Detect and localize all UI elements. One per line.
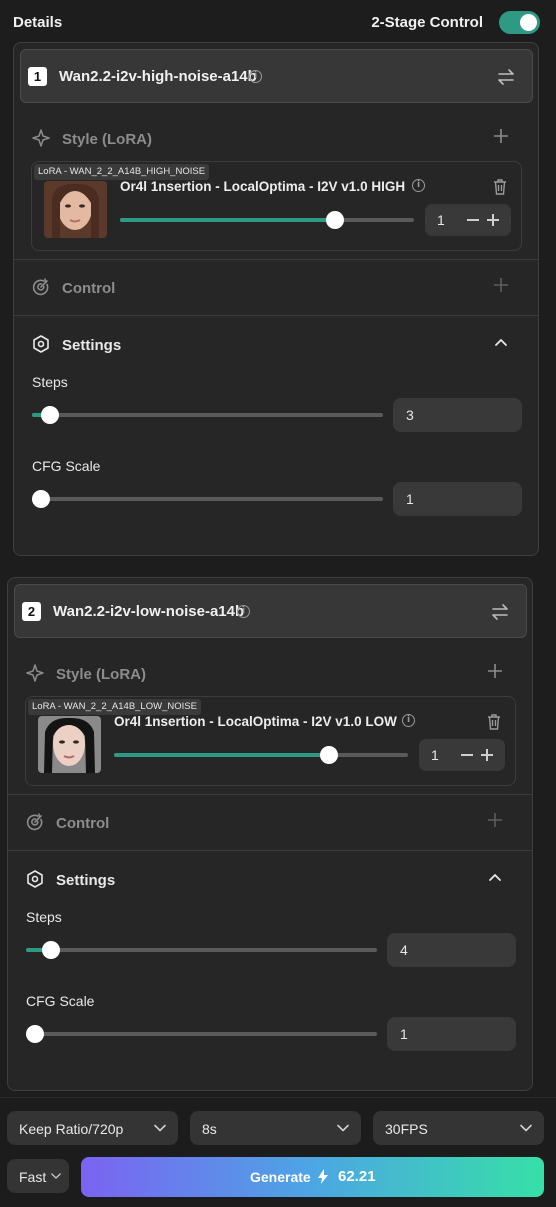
slider-handle[interactable] <box>320 746 338 764</box>
control-label: Control <box>56 815 110 832</box>
decrement-button[interactable] <box>467 219 479 221</box>
duration-select[interactable]: 8s <box>190 1111 361 1145</box>
settings-label: Settings <box>56 872 116 889</box>
steps-label: Steps <box>26 909 62 925</box>
cfg-scale-slider[interactable] <box>26 1024 377 1044</box>
style-lora-label: Style (LoRA) <box>62 131 152 148</box>
slider-handle[interactable] <box>41 406 59 424</box>
style-lora-row: Style (LoRA) <box>8 646 532 702</box>
control-row: Control <box>14 260 538 316</box>
lora-strength-slider[interactable] <box>120 210 414 230</box>
control-label: Control <box>62 280 116 297</box>
steps-label: Steps <box>32 374 68 390</box>
style-lora-label: Style (LoRA) <box>56 666 146 683</box>
add-control-icon[interactable] <box>486 811 504 829</box>
two-stage-label: 2-Stage Control <box>371 14 483 31</box>
info-icon[interactable]: i <box>402 714 415 727</box>
info-icon[interactable]: i <box>249 70 262 83</box>
settings-row[interactable]: Settings <box>8 852 532 908</box>
stage-1-header[interactable]: 1 Wan2.2-i2v-high-noise-a14b i <box>20 49 533 103</box>
cfg-scale-label: CFG Scale <box>32 458 101 474</box>
settings-row[interactable]: Settings <box>14 317 538 373</box>
lora-strength-stepper: 1 <box>419 739 505 771</box>
settings-label: Settings <box>62 337 122 354</box>
steps-slider[interactable] <box>32 405 383 425</box>
lora-name: Or4l 1nsertion - LocalOptima - I2V v1.0 … <box>120 179 406 194</box>
stage-model-name: Wan2.2-i2v-low-noise-a14b <box>53 603 245 620</box>
slider-handle[interactable] <box>32 490 50 508</box>
lora-strength-stepper: 1 <box>425 204 511 236</box>
page-title: Details <box>13 14 63 31</box>
swap-icon[interactable] <box>490 602 510 622</box>
slider-handle[interactable] <box>326 211 344 229</box>
settings-hexagon-icon <box>33 335 49 353</box>
slider-handle[interactable] <box>26 1025 44 1043</box>
lora-tag: LoRA - WAN_2_2_A14B_LOW_NOISE <box>28 699 201 715</box>
stage-number: 1 <box>28 67 47 86</box>
swap-icon[interactable] <box>496 67 516 87</box>
control-row: Control <box>8 795 532 851</box>
details-header: Details 2-Stage Control <box>0 0 556 42</box>
sparkle-icon <box>32 129 50 147</box>
chevron-up-icon[interactable] <box>494 337 508 347</box>
generate-cost: 62.21 <box>338 1168 376 1185</box>
add-lora-icon[interactable] <box>492 127 510 145</box>
add-control-icon[interactable] <box>492 276 510 294</box>
generate-label: Generate <box>250 1169 311 1185</box>
info-icon[interactable]: i <box>412 179 425 192</box>
fps-select[interactable]: 30FPS <box>373 1111 544 1145</box>
add-lora-icon[interactable] <box>486 662 504 680</box>
target-icon <box>32 278 49 296</box>
steps-input[interactable]: 4 <box>387 933 516 967</box>
settings-hexagon-icon <box>27 870 43 888</box>
increment-button[interactable] <box>487 214 499 226</box>
stage-2-header[interactable]: 2 Wan2.2-i2v-low-noise-a14b i <box>14 584 527 638</box>
lora-tag: LoRA - WAN_2_2_A14B_HIGH_NOISE <box>34 164 210 180</box>
steps-input[interactable]: 3 <box>393 398 522 432</box>
cfg-scale-slider[interactable] <box>32 489 383 509</box>
toggle-knob <box>520 14 537 31</box>
chevron-down-icon <box>51 1173 61 1179</box>
lora-card: LoRA - WAN_2_2_A14B_HIGH_NOISE Or4l 1nse… <box>31 161 522 251</box>
generate-button[interactable]: Generate 62.21 <box>81 1157 544 1197</box>
generation-bar: Keep Ratio/720p 8s 30FPS Fast Generate 6… <box>0 1097 556 1207</box>
stage-2-panel: 2 Wan2.2-i2v-low-noise-a14b i Style (LoR… <box>7 577 533 1091</box>
style-lora-row: Style (LoRA) <box>14 111 538 167</box>
lora-strength-value[interactable]: 1 <box>437 212 445 228</box>
trash-icon[interactable] <box>487 714 501 730</box>
lora-strength-slider[interactable] <box>114 745 408 765</box>
chevron-down-icon <box>337 1124 349 1132</box>
steps-slider[interactable] <box>26 940 377 960</box>
cfg-scale-input[interactable]: 1 <box>387 1017 516 1051</box>
stage-1-panel: 1 Wan2.2-i2v-high-noise-a14b i Style (Lo… <box>13 42 539 556</box>
stage-number: 2 <box>22 602 41 621</box>
slider-handle[interactable] <box>42 941 60 959</box>
sparkle-icon <box>26 664 44 682</box>
target-icon <box>26 813 43 831</box>
lora-strength-value[interactable]: 1 <box>431 747 439 763</box>
ratio-select[interactable]: Keep Ratio/720p <box>7 1111 178 1145</box>
lora-thumbnail[interactable] <box>38 716 101 773</box>
cfg-scale-label: CFG Scale <box>26 993 95 1009</box>
lora-name: Or4l 1nsertion - LocalOptima - I2V v1.0 … <box>114 714 397 729</box>
trash-icon[interactable] <box>493 179 507 195</box>
speed-select[interactable]: Fast <box>7 1159 69 1193</box>
chevron-down-icon <box>154 1124 166 1132</box>
bolt-icon <box>318 1169 328 1184</box>
lora-card: LoRA - WAN_2_2_A14B_LOW_NOISE Or4l 1nser… <box>25 696 516 786</box>
cfg-scale-input[interactable]: 1 <box>393 482 522 516</box>
decrement-button[interactable] <box>461 754 473 756</box>
chevron-up-icon[interactable] <box>488 872 502 882</box>
chevron-down-icon <box>520 1124 532 1132</box>
two-stage-toggle[interactable] <box>499 11 540 34</box>
stage-model-name: Wan2.2-i2v-high-noise-a14b <box>59 68 257 85</box>
increment-button[interactable] <box>481 749 493 761</box>
info-icon[interactable]: i <box>237 605 250 618</box>
lora-thumbnail[interactable] <box>44 181 107 238</box>
